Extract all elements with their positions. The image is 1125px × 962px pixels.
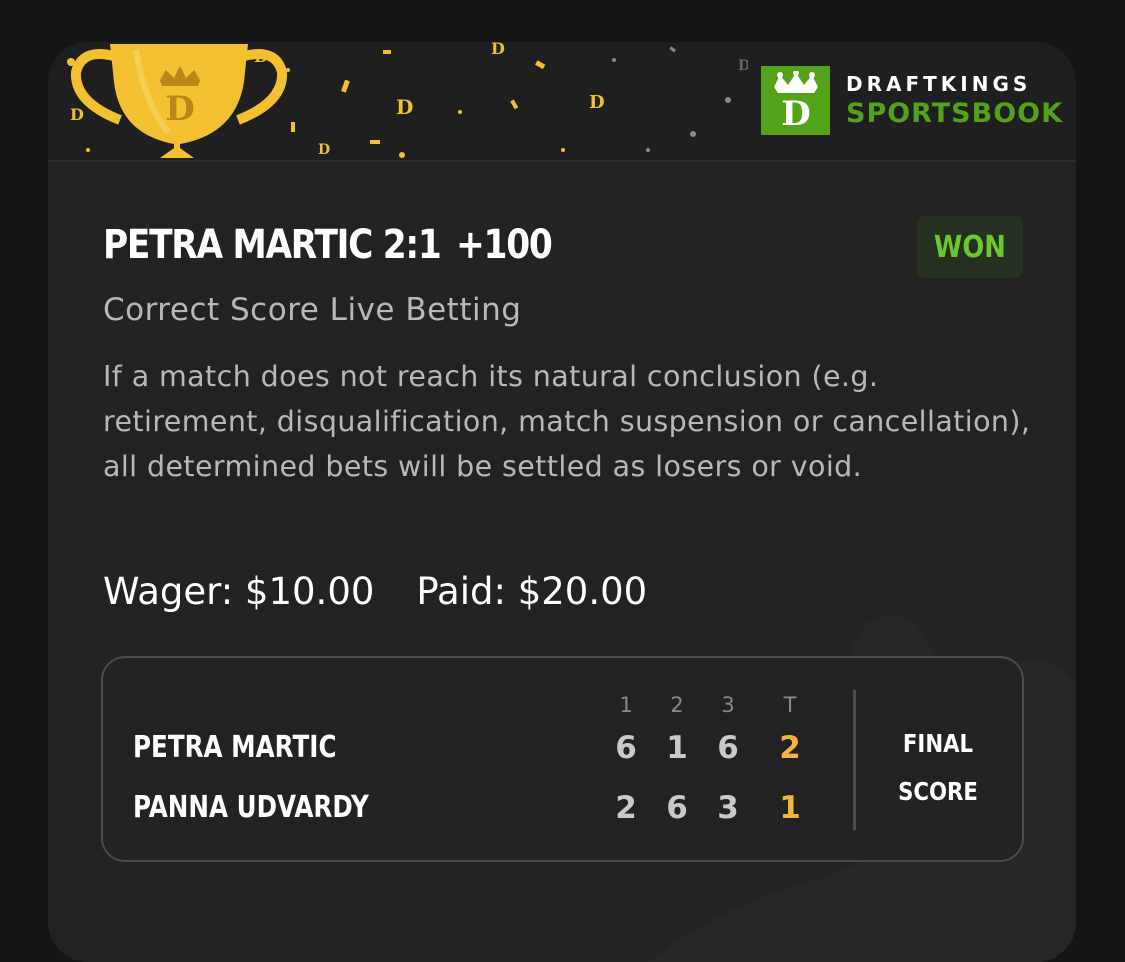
svg-text:D: D [781, 94, 810, 129]
bet-odds: +100 [456, 222, 553, 268]
player-name: PANNA UDVARDY [133, 790, 369, 825]
svg-text:D: D [738, 58, 748, 74]
status-badge: WON [917, 216, 1023, 278]
score-cell: 6 [717, 730, 739, 766]
column-header-set-3: 3 [721, 693, 735, 717]
trophy-icon: D [70, 44, 288, 158]
paid-amount: Paid: $20.00 [416, 570, 648, 613]
score-cell: 1 [666, 730, 688, 766]
settlement-rules-text: If a match does not reach its natural co… [103, 360, 1031, 483]
scoreboard-divider [853, 690, 856, 830]
final-label-line2: SCORE [898, 777, 978, 806]
market-name: Correct Score Live Betting [103, 292, 522, 328]
svg-text:D: D [491, 42, 505, 58]
celebration-banner: D D D D D D D D DRAFTKINGS SPORTSBOOK [48, 42, 1076, 162]
wager-summary: Wager: $10.00 Paid: $20.00 [103, 570, 647, 613]
svg-text:D: D [589, 92, 605, 113]
svg-text:D: D [70, 105, 84, 124]
wager-amount: Wager: $10.00 [103, 570, 375, 613]
column-header-total: T [783, 693, 797, 717]
column-header-set-2: 2 [670, 693, 684, 717]
score-cell: 6 [615, 730, 637, 766]
svg-text:D: D [396, 95, 413, 119]
bet-selection-title: PETRA MARTIC 2:1 +100 [103, 222, 553, 268]
total-score-cell: 1 [779, 790, 801, 826]
score-cell: 3 [717, 790, 739, 826]
bet-selection: PETRA MARTIC 2:1 [103, 222, 442, 268]
bet-card: D D D D D D D D DRAFTKINGS SPORTSBOOK PE… [48, 42, 1076, 962]
status-label: WON [933, 229, 1006, 265]
player-name: PETRA MARTIC [133, 730, 337, 765]
score-cell: 6 [666, 790, 688, 826]
logo-line-draftkings: DRAFTKINGS [846, 71, 1032, 96]
score-cell: 2 [615, 790, 637, 826]
svg-text:D: D [165, 89, 194, 129]
draftkings-crown-logo-icon: D [761, 65, 830, 135]
draftkings-sportsbook-logo: D DRAFTKINGS SPORTSBOOK [761, 65, 1064, 135]
final-score-label: FINAL SCORE [887, 720, 989, 816]
confetti-decoration: D D D D D D D D [67, 42, 748, 158]
svg-text:D: D [254, 47, 268, 66]
final-label-line1: FINAL [902, 729, 974, 758]
logo-line-sportsbook: SPORTSBOOK [846, 97, 1064, 129]
total-score-cell: 2 [779, 730, 801, 766]
scoreboard: 1 2 3 T PETRA MARTIC 6 1 6 2 PANNA UDVAR… [101, 656, 1024, 862]
column-header-set-1: 1 [619, 693, 633, 717]
svg-text:D: D [318, 142, 330, 158]
